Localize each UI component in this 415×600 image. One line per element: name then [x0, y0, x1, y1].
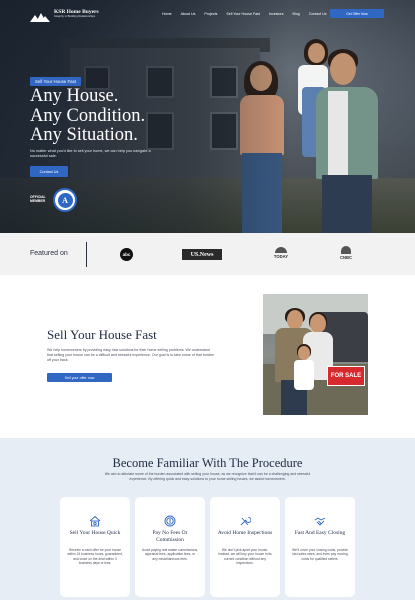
procedure-card: Sell Your House Quick Receive a cash off…	[60, 497, 130, 597]
procedure-card: Pay No Fees Or Commission Avoid paying r…	[135, 497, 205, 597]
card-title: Avoid Home Inspections	[217, 530, 273, 536]
nav-link-investors[interactable]: Investors	[269, 12, 284, 16]
logo-house-icon	[30, 9, 50, 22]
house-money-icon	[89, 514, 101, 527]
site-logo[interactable]: KSR Home Buyers Integrity in Building Re…	[30, 9, 99, 22]
featured-divider	[86, 242, 87, 267]
card-title: Pay No Fees Or Commission	[152, 530, 188, 543]
nav-link-sell[interactable]: Sell Your House Fast	[226, 12, 260, 16]
family-for-sale-photo: FOR SALE	[263, 294, 368, 415]
today-logo: TODAY	[271, 247, 291, 261]
procedure-card: Fast And Easy Closing We'll cover your c…	[285, 497, 355, 597]
today-logo-text: TODAY	[273, 254, 289, 259]
seal-logo-icon: A	[57, 192, 73, 208]
hero-badge: Sell Your House Fast	[30, 77, 82, 86]
nav-link-contact[interactable]: Contact Us	[309, 12, 327, 16]
featured-label: Featured on	[30, 250, 68, 257]
hero-title-line: Any House.	[30, 86, 119, 106]
dollar-coin-icon	[164, 514, 176, 527]
cnbc-logo: CNBC	[336, 246, 356, 262]
card-title: Fast And Easy Closing	[294, 530, 346, 536]
sell-offer-button[interactable]: Sell your offer now	[47, 373, 112, 382]
card-text: Avoid paying real estate commissions, ap…	[142, 548, 199, 561]
card-text: We'll cover your closing costs, provide …	[292, 548, 348, 561]
nav-link-projects[interactable]: Projects	[204, 12, 217, 16]
brand-tagline: Integrity in Building Relationships	[54, 14, 96, 18]
card-text: Receive a cash offer for your house with…	[67, 548, 123, 566]
hero-subtitle: No matter what you'd like to sell your h…	[30, 149, 151, 158]
abc-logo: abc	[120, 248, 133, 261]
peacock-icon	[341, 246, 351, 254]
contact-us-button[interactable]: Contact Us	[30, 166, 68, 177]
nav-link-home[interactable]: Home	[162, 12, 172, 16]
card-text: We don't pick apart your house. Instead,…	[218, 548, 272, 566]
nav-link-about[interactable]: About Us	[181, 12, 196, 16]
hero-title-line: Any Situation.	[30, 125, 138, 145]
hero-title-line: Any Condition.	[30, 105, 146, 126]
top-navigation: KSR Home Buyers Integrity in Building Re…	[0, 0, 415, 28]
today-sun-icon	[275, 247, 287, 253]
sell-section-title: Sell Your House Fast	[47, 327, 157, 342]
official-member-label: OFFICIAL MEMBER	[30, 195, 46, 203]
handshake-icon	[314, 514, 326, 526]
hero-title: Any House. Any Condition. Any Situation.	[30, 86, 146, 146]
cnbc-logo-text: CNBC	[339, 255, 353, 260]
usnews-logo: US.News	[182, 249, 222, 260]
tools-icon	[239, 514, 252, 526]
card-title: Sell Your House Quick	[69, 530, 121, 536]
logo-text: KSR Home Buyers Integrity in Building Re…	[54, 9, 99, 18]
procedure-title: Become Familiar With The Procedure	[112, 456, 303, 470]
procedure-card: Avoid Home Inspections We don't pick apa…	[210, 497, 280, 597]
procedure-description: We aim to alleviate some of the burden a…	[104, 472, 311, 481]
nav-link-blog[interactable]: Blog	[293, 12, 300, 16]
for-sale-sign: FOR SALE	[327, 366, 365, 386]
nav-links: Home About Us Projects Sell Your House F…	[162, 12, 327, 16]
sell-section-description: We help homeowners by providing easy, fa…	[47, 348, 214, 362]
membership-seal: A	[53, 188, 77, 212]
get-offer-button[interactable]: Get Offer Now	[330, 9, 384, 18]
